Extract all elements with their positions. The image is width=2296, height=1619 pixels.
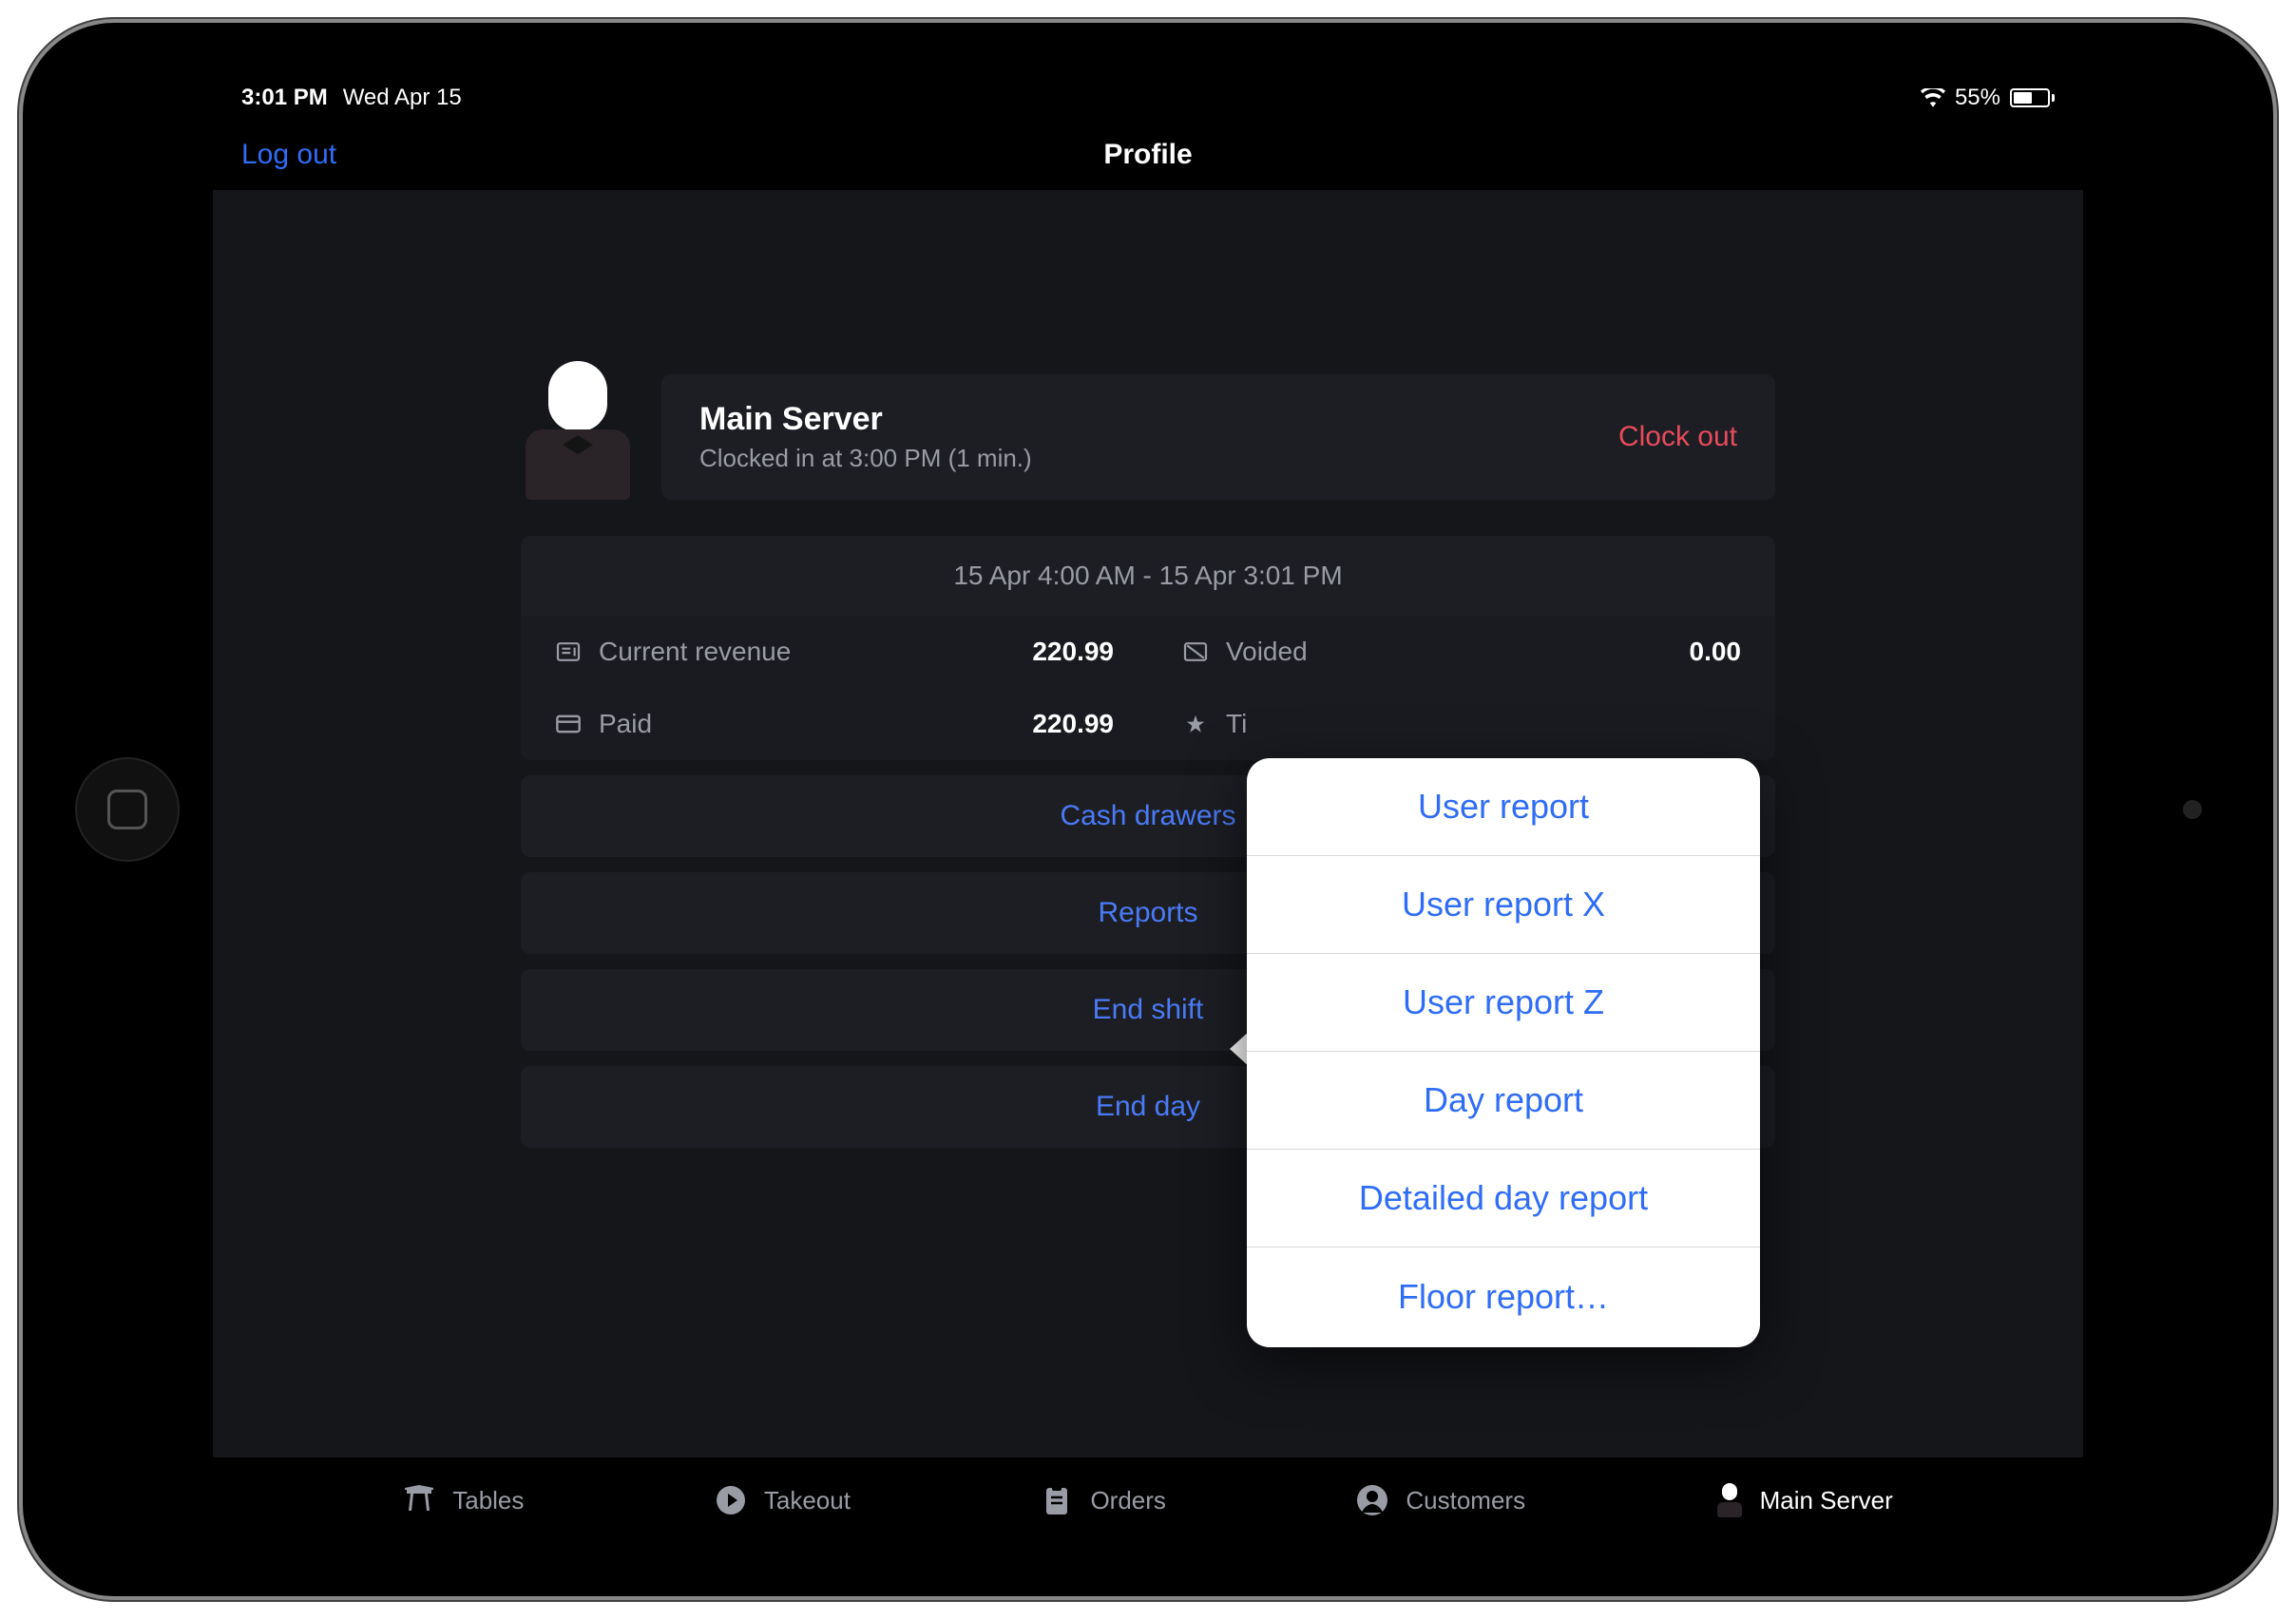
orders-icon (1041, 1484, 1073, 1516)
popover-item-user-report-z[interactable]: User report Z (1247, 954, 1760, 1052)
tab-customers[interactable]: Customers (1356, 1484, 1525, 1516)
popover-item-floor-report[interactable]: Floor report… (1247, 1248, 1760, 1345)
tab-main-server[interactable]: Main Server (1716, 1483, 1893, 1517)
popover-item-detailed-day[interactable]: Detailed day report (1247, 1150, 1760, 1248)
popover-item-user-report[interactable]: User report (1247, 758, 1760, 856)
reports-popover: User report User report X User report Z … (1247, 758, 1760, 1347)
tab-tables[interactable]: Tables (403, 1484, 524, 1516)
camera-dot (2183, 800, 2202, 819)
home-button[interactable] (75, 757, 180, 862)
tab-label: Customers (1406, 1486, 1525, 1515)
takeout-icon (715, 1484, 747, 1516)
avatar-mini-icon (1716, 1483, 1743, 1517)
tab-label: Tables (452, 1486, 524, 1515)
tab-orders[interactable]: Orders (1041, 1484, 1165, 1516)
customers-icon (1356, 1484, 1388, 1516)
tables-icon (403, 1484, 435, 1516)
tab-label: Takeout (764, 1486, 851, 1515)
tab-label: Orders (1090, 1486, 1165, 1515)
popover-backdrop[interactable] (213, 76, 2083, 1543)
popover-item-user-report-x[interactable]: User report X (1247, 856, 1760, 954)
tab-label: Main Server (1760, 1486, 1893, 1515)
popover-item-day-report[interactable]: Day report (1247, 1052, 1760, 1150)
tab-takeout[interactable]: Takeout (715, 1484, 851, 1516)
tab-bar: Tables Takeout Orders (213, 1457, 2083, 1543)
